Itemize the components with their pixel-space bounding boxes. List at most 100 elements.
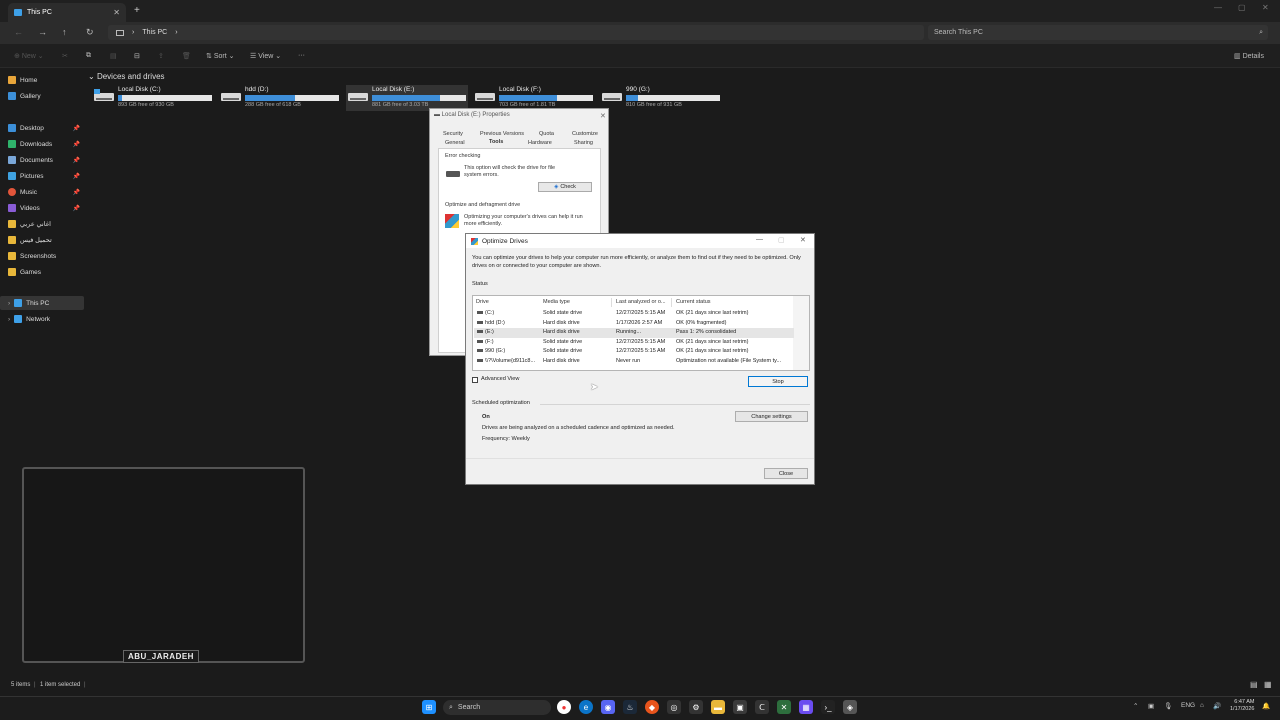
- table-scrollbar[interactable]: [793, 296, 809, 370]
- dialog-footer: [466, 458, 814, 484]
- defrag-taskbar-icon[interactable]: ◈: [843, 700, 857, 714]
- tab-quota[interactable]: Quota: [539, 131, 554, 137]
- clock[interactable]: 6:47 AM 1/17/2026: [1230, 699, 1254, 713]
- forward-icon[interactable]: →: [38, 27, 47, 37]
- network-icon[interactable]: ⌂: [1200, 702, 1204, 709]
- last-analyzed-cell: Running...: [616, 329, 642, 336]
- store-icon[interactable]: ▣: [733, 700, 747, 714]
- delete-icon[interactable]: 🗑: [182, 52, 191, 60]
- column-header-last-analyzed[interactable]: Last analyzed or o...: [616, 299, 666, 305]
- edge-icon[interactable]: e: [579, 700, 593, 714]
- tray-app-icon[interactable]: ▣: [1148, 702, 1154, 710]
- paste-icon[interactable]: ▤: [110, 52, 117, 60]
- table-row[interactable]: hdd (D:) Hard disk drive 1/17/2026 2:57 AM…: [474, 319, 794, 329]
- sidebar-item-arabic-songs[interactable]: اغاني عربي: [8, 217, 84, 231]
- cut-icon[interactable]: ✂: [62, 52, 68, 60]
- close-button[interactable]: Close: [764, 468, 808, 479]
- sidebar-item-downloads[interactable]: Downloads 📌: [8, 137, 84, 151]
- devices-group-header[interactable]: ⌄ Devices and drives: [88, 72, 165, 81]
- column-header-media-type[interactable]: Media type: [543, 299, 570, 305]
- tab-previous-versions[interactable]: Previous Versions: [480, 131, 524, 137]
- details-view-icon[interactable]: ▤: [1250, 680, 1258, 689]
- close-icon[interactable]: ✕: [800, 236, 806, 244]
- new-tab-icon[interactable]: +: [134, 5, 140, 16]
- table-row[interactable]: \\?\Volume{d911c8... Hard disk drive Never…: [474, 357, 794, 367]
- sidebar-item-network[interactable]: › Network: [8, 312, 84, 326]
- tab-customize[interactable]: Customize: [572, 131, 598, 137]
- details-button[interactable]: ▥ Details: [1234, 52, 1264, 60]
- notification-icon[interactable]: 🔔: [1262, 702, 1270, 710]
- breadcrumb[interactable]: This PC: [142, 29, 167, 36]
- tab-tools[interactable]: Tools: [489, 139, 503, 145]
- start-icon[interactable]: ⊞: [422, 700, 436, 714]
- app-icon[interactable]: ✕: [777, 700, 791, 714]
- optimize-description: You can optimize your drives to help you…: [472, 255, 801, 269]
- advanced-view-checkbox[interactable]: [472, 377, 478, 383]
- app-icon[interactable]: ᑕ: [755, 700, 769, 714]
- tab-security[interactable]: Security: [443, 131, 463, 137]
- sidebar-item-gallery[interactable]: Gallery: [8, 89, 84, 103]
- drive-tile[interactable]: 990 (G:) 810 GB free of 931 GB: [600, 85, 722, 111]
- maximize-icon[interactable]: ▢: [1238, 3, 1246, 12]
- app-icon[interactable]: ▦: [799, 700, 813, 714]
- up-icon[interactable]: ↑: [62, 27, 67, 37]
- back-icon[interactable]: ←: [14, 27, 23, 37]
- chrome-icon[interactable]: ●: [557, 700, 571, 714]
- app-icon[interactable]: ◎: [667, 700, 681, 714]
- close-tab-icon[interactable]: ✕: [113, 8, 120, 17]
- sidebar-item-pictures[interactable]: Pictures 📌: [8, 169, 84, 183]
- table-row[interactable]: (E:) Hard disk drive Running... Pass 1: 2% …: [474, 328, 794, 338]
- app-icon[interactable]: ◆: [645, 700, 659, 714]
- sidebar-item-music[interactable]: Music 📌: [8, 185, 84, 199]
- rename-icon[interactable]: ⊟: [134, 52, 140, 60]
- tab-hardware[interactable]: Hardware: [528, 140, 552, 146]
- sidebar-item-documents[interactable]: Documents 📌: [8, 153, 84, 167]
- table-row[interactable]: (F:) Solid state drive 12/27/2025 5:15 AM O…: [474, 338, 794, 348]
- stop-button[interactable]: Stop: [748, 376, 808, 387]
- sidebar-item-games[interactable]: Games: [8, 265, 84, 279]
- sidebar-item-desktop[interactable]: Desktop 📌: [8, 121, 84, 135]
- refresh-icon[interactable]: ↻: [86, 27, 94, 38]
- sidebar-item-home[interactable]: Home: [8, 73, 84, 87]
- minimize-icon[interactable]: —: [1214, 3, 1222, 12]
- view-button[interactable]: ☰ View ⌄: [250, 52, 281, 60]
- tab-this-pc[interactable]: This PC ✕: [8, 3, 126, 22]
- sidebar-item-screenshots[interactable]: Screenshots: [8, 249, 84, 263]
- steam-icon[interactable]: ♨: [623, 700, 637, 714]
- column-header-current-status[interactable]: Current status: [676, 299, 711, 305]
- close-icon[interactable]: ✕: [600, 112, 606, 120]
- share-icon[interactable]: ⇪: [158, 52, 164, 60]
- new-button[interactable]: ⊕ New ⌄: [14, 52, 44, 60]
- copy-icon[interactable]: ⧉: [86, 52, 91, 60]
- app-icon[interactable]: ⚙: [689, 700, 703, 714]
- table-row[interactable]: (C:) Solid state drive 12/27/2025 5:15 AM O…: [474, 309, 794, 319]
- sidebar-item-this-pc[interactable]: › This PC: [0, 296, 84, 310]
- volume-icon[interactable]: 🔊: [1213, 702, 1221, 710]
- maximize-icon[interactable]: ▢: [778, 236, 785, 244]
- chevron-up-icon[interactable]: ⌃: [1133, 702, 1138, 710]
- check-button[interactable]: ◈ Check: [538, 182, 592, 192]
- column-header-drive[interactable]: Drive: [476, 299, 489, 305]
- sidebar-item-face-downloads[interactable]: تحميل فيس: [8, 233, 84, 247]
- taskbar-search[interactable]: ⌕ Search: [443, 700, 551, 715]
- table-row[interactable]: 990 (G:) Solid state drive 12/27/2025 5:15…: [474, 347, 794, 357]
- change-settings-button[interactable]: Change settings: [735, 411, 808, 422]
- drive-tile[interactable]: Local Disk (C:) 893 GB free of 930 GB: [92, 85, 214, 111]
- address-field[interactable]: › This PC ›: [108, 25, 924, 40]
- terminal-icon[interactable]: ›_: [821, 700, 835, 714]
- drive-tile[interactable]: hdd (D:) 288 GB free of 618 GB: [219, 85, 341, 111]
- minimize-icon[interactable]: —: [756, 236, 763, 243]
- file-explorer-icon[interactable]: ▬: [711, 700, 725, 714]
- language-indicator[interactable]: ENG: [1181, 702, 1195, 709]
- tab-general[interactable]: General: [445, 140, 465, 146]
- tiles-view-icon[interactable]: ▦: [1264, 680, 1272, 689]
- sort-button[interactable]: ⇅ Sort ⌄: [206, 52, 234, 60]
- sidebar-item-videos[interactable]: Videos 📌: [8, 201, 84, 215]
- search-icon: ⌕: [449, 703, 453, 711]
- close-window-icon[interactable]: ✕: [1262, 3, 1269, 12]
- discord-icon[interactable]: ◉: [601, 700, 615, 714]
- search-input[interactable]: Search This PC ⌕: [928, 25, 1268, 40]
- microphone-icon[interactable]: 🎙: [1164, 702, 1172, 710]
- more-button[interactable]: ···: [298, 52, 305, 59]
- tab-sharing[interactable]: Sharing: [574, 140, 593, 146]
